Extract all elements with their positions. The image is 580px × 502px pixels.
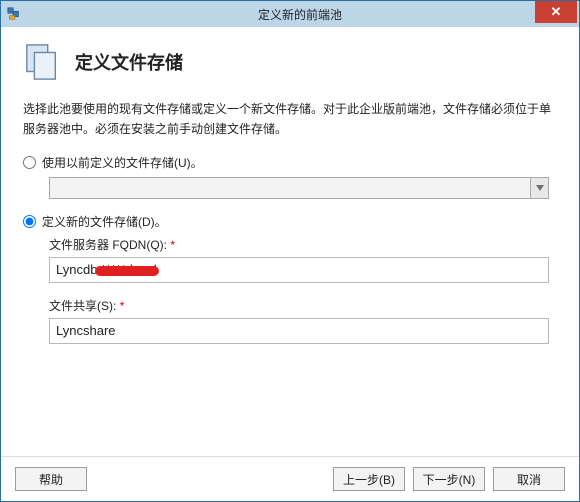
window-title: 定义新的前端池: [21, 6, 579, 23]
combo-dropdown-button: [530, 178, 548, 198]
page-title: 定义文件存储: [75, 49, 183, 75]
existing-store-value: [50, 178, 530, 198]
radio-use-existing[interactable]: [23, 156, 36, 169]
button-bar: 帮助 上一步(B) 下一步(N) 取消: [1, 456, 579, 501]
fqdn-label-row: 文件服务器 FQDN(Q): *: [49, 236, 557, 253]
share-label-row: 文件共享(S): *: [49, 297, 557, 314]
option-define-new[interactable]: 定义新的文件存储(D)。: [23, 213, 557, 230]
fqdn-label: 文件服务器 FQDN(Q):: [49, 238, 167, 252]
chevron-down-icon: [536, 185, 544, 191]
next-button[interactable]: 下一步(N): [413, 467, 485, 491]
existing-store-combo: [49, 177, 549, 199]
back-button[interactable]: 上一步(B): [333, 467, 405, 491]
page-body: 选择此池要使用的现有文件存储或定义一个新文件存储。对于此企业版前端池，文件存储必…: [1, 93, 579, 456]
cancel-button[interactable]: 取消: [493, 467, 565, 491]
title-bar: 定义新的前端池 ✕: [1, 1, 579, 27]
option-use-existing[interactable]: 使用以前定义的文件存储(U)。: [23, 154, 557, 171]
page-header: 定义文件存储: [1, 27, 579, 93]
close-icon: ✕: [551, 4, 562, 20]
share-required-mark: *: [120, 299, 125, 313]
app-icon: [7, 7, 21, 21]
page-description: 选择此池要使用的现有文件存储或定义一个新文件存储。对于此企业版前端池，文件存储必…: [23, 99, 557, 140]
wizard-window: 定义新的前端池 ✕ 定义文件存储 选择此池要使用的现有文件存储或定义一个新文件存…: [0, 0, 580, 502]
file-store-icon: [23, 41, 61, 83]
help-button[interactable]: 帮助: [15, 467, 87, 491]
option-define-new-label: 定义新的文件存储(D)。: [42, 213, 167, 230]
fqdn-required-mark: *: [170, 238, 175, 252]
share-field-block: 文件共享(S): *: [49, 297, 557, 344]
radio-define-new[interactable]: [23, 215, 36, 228]
share-input[interactable]: [49, 318, 549, 344]
close-button[interactable]: ✕: [535, 1, 577, 23]
fqdn-input[interactable]: [49, 257, 549, 283]
fqdn-field-block: 文件服务器 FQDN(Q): *: [49, 236, 557, 283]
share-label: 文件共享(S):: [49, 299, 116, 313]
option-use-existing-label: 使用以前定义的文件存储(U)。: [42, 154, 203, 171]
